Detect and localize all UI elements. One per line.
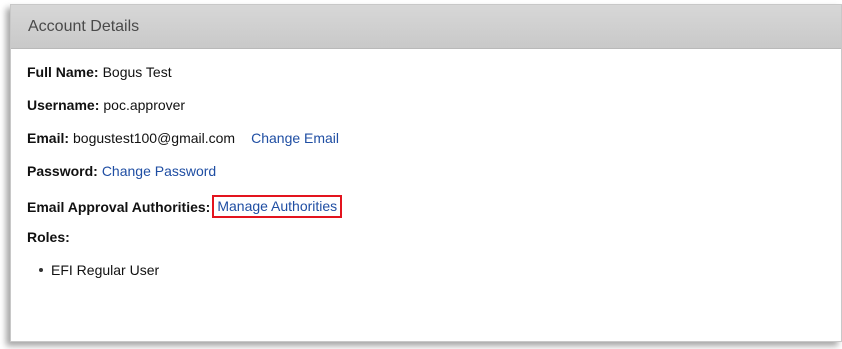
roles-list: EFI Regular User — [27, 258, 841, 282]
password-label: Password: — [27, 163, 98, 179]
authorities-label: Email Approval Authorities: — [27, 199, 211, 215]
role-item-label: EFI Regular User — [51, 262, 160, 278]
roles-label: Roles: — [27, 229, 70, 245]
username-label: Username: — [27, 97, 100, 113]
full-name-value: Bogus Test — [102, 64, 172, 80]
authorities-row: Email Approval Authorities: Manage Author… — [27, 195, 841, 229]
manage-authorities-link[interactable]: Manage Authorities — [217, 198, 337, 214]
email-row: Email: bogustest100@gmail.com Change Email — [27, 130, 841, 163]
username-row: Username: poc.approver — [27, 97, 841, 130]
account-details-panel: Account Details Full Name: Bogus Test Use… — [10, 4, 842, 342]
panel-header: Account Details — [11, 5, 841, 49]
change-email-link[interactable]: Change Email — [251, 130, 339, 146]
change-password-link[interactable]: Change Password — [102, 163, 216, 179]
password-row: Password: Change Password — [27, 163, 841, 196]
username-value: poc.approver — [103, 97, 186, 113]
panel-title: Account Details — [28, 17, 140, 35]
bullet-icon — [39, 268, 43, 272]
email-label: Email: — [27, 130, 70, 146]
full-name-row: Full Name: Bogus Test — [27, 64, 841, 97]
full-name-label: Full Name: — [27, 64, 99, 80]
highlight-box: Manage Authorities — [212, 195, 343, 218]
panel-body: Full Name: Bogus Test Username: poc.approv… — [11, 49, 841, 282]
role-item: EFI Regular User — [39, 258, 841, 282]
email-value: bogustest100@gmail.com — [73, 130, 236, 146]
